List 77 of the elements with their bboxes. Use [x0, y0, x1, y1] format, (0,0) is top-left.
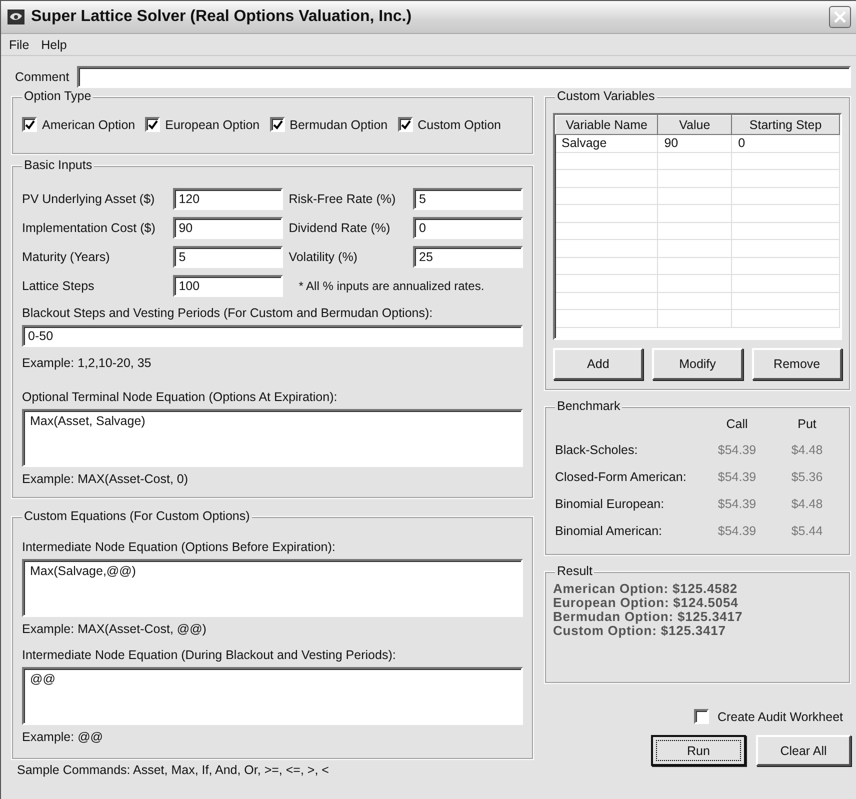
example-text: Example: MAX(Asset-Cost, @@): [22, 621, 208, 637]
call-value: $54.39: [716, 470, 758, 484]
group-title: Custom Equations (For Custom Options): [22, 509, 252, 524]
result-text: European Option: $124.5054: [553, 596, 740, 610]
put-value: $4.48: [790, 443, 824, 457]
input-label: Risk-Free Rate (%): [288, 191, 397, 207]
table-action-button[interactable]: Add: [553, 348, 644, 380]
benchmark-label: Binomial American:: [555, 523, 663, 539]
result-text: Bermudan Option: $125.3417: [553, 610, 744, 624]
field-label: Optional Terminal Node Equation (Options At Expiration):: [22, 389, 338, 405]
call-value: $54.39: [716, 443, 758, 457]
comment-field[interactable]: [77, 66, 851, 88]
note-text: * All % inputs are annualized rates.: [298, 278, 486, 294]
input-label: PV Underlying Asset ($): [22, 191, 156, 207]
table-cell: Salvage: [556, 134, 658, 152]
table-action-button[interactable]: Remove: [752, 348, 842, 380]
input-field[interactable]: 5: [413, 188, 523, 210]
input-field[interactable]: 0: [413, 217, 523, 239]
call-value: $54.39: [716, 524, 758, 538]
checkbox-label[interactable]: Create Audit Workheet: [717, 710, 843, 724]
input-label: Lattice Steps: [22, 278, 96, 294]
column-header[interactable]: Value: [658, 116, 732, 134]
menu-item[interactable]: Help: [41, 38, 67, 52]
put-value: $4.48: [790, 497, 824, 511]
input-field[interactable]: 120: [172, 188, 283, 210]
put-value: $5.36: [790, 470, 824, 484]
checkbox[interactable]: [270, 117, 285, 132]
group-title: Basic Inputs: [22, 158, 94, 173]
checkbox[interactable]: [145, 117, 160, 132]
input-field[interactable]: 100: [172, 275, 283, 297]
blackout-field[interactable]: 0-50: [22, 325, 523, 347]
input-label: Implementation Cost ($): [22, 220, 156, 236]
column-header[interactable]: Starting Step: [732, 116, 840, 134]
input-field[interactable]: 90: [172, 217, 283, 239]
benchmark-label: Black-Scholes:: [555, 442, 639, 458]
column-header[interactable]: Variable Name: [556, 116, 658, 134]
example-text: Example: 1,2,10-20, 35: [22, 355, 152, 371]
table-action-button[interactable]: Modify: [652, 348, 743, 380]
close-icon[interactable]: [829, 6, 851, 28]
checkbox[interactable]: [22, 117, 37, 132]
field-label: Blackout Steps and Vesting Periods (For Custom and Bermudan Options):: [22, 305, 434, 321]
equation-field[interactable]: Max(Asset, Salvage): [22, 409, 523, 467]
column-header: Put: [796, 417, 818, 431]
sample-commands-text: Sample Commands: Asset, Max, If, And, Or, >=, <=, >, <: [17, 763, 329, 777]
equation-field[interactable]: Max(Salvage,@@): [22, 559, 523, 617]
call-value: $54.39: [716, 497, 758, 511]
action-button[interactable]: Clear All: [756, 735, 851, 766]
field-label: Intermediate Node Equation (Options Before Expiration):: [22, 539, 336, 555]
input-label: Maturity (Years): [22, 249, 111, 265]
put-value: $5.44: [790, 524, 824, 538]
input-field[interactable]: 25: [413, 246, 523, 268]
result-text: Custom Option: $125.3417: [553, 624, 727, 638]
menu-item[interactable]: File: [9, 38, 30, 52]
benchmark-label: Binomial European:: [555, 496, 666, 512]
checkbox-label[interactable]: American Option: [42, 118, 136, 132]
app-icon: [7, 9, 25, 25]
input-label: Volatility (%): [288, 249, 358, 265]
action-button[interactable]: Run: [651, 735, 746, 766]
comment-label: Comment: [15, 70, 70, 84]
checkbox[interactable]: [694, 709, 710, 724]
window-title: Super Lattice Solver (Real Options Valuation, Inc.): [31, 8, 413, 26]
example-text: Example: @@: [22, 729, 104, 745]
field-label: Intermediate Node Equation (During Blackout and Vesting Periods):: [22, 647, 397, 663]
input-field[interactable]: 5: [172, 246, 283, 268]
group-title: Option Type: [22, 89, 94, 104]
result-text: American Option: $125.4582: [553, 582, 739, 596]
column-header: Call: [725, 417, 749, 431]
table-cell: 90: [658, 134, 732, 152]
equation-field[interactable]: @@: [22, 667, 523, 725]
table-cell: 0: [732, 134, 840, 152]
checkbox[interactable]: [398, 117, 413, 132]
benchmark-label: Closed-Form American:: [555, 469, 688, 485]
example-text: Example: MAX(Asset-Cost, 0): [22, 471, 190, 487]
checkbox-label[interactable]: European Option: [165, 118, 260, 132]
input-label: Dividend Rate (%): [288, 220, 392, 236]
checkbox-label[interactable]: Custom Option: [418, 118, 501, 132]
checkbox-label[interactable]: Bermudan Option: [290, 118, 388, 132]
